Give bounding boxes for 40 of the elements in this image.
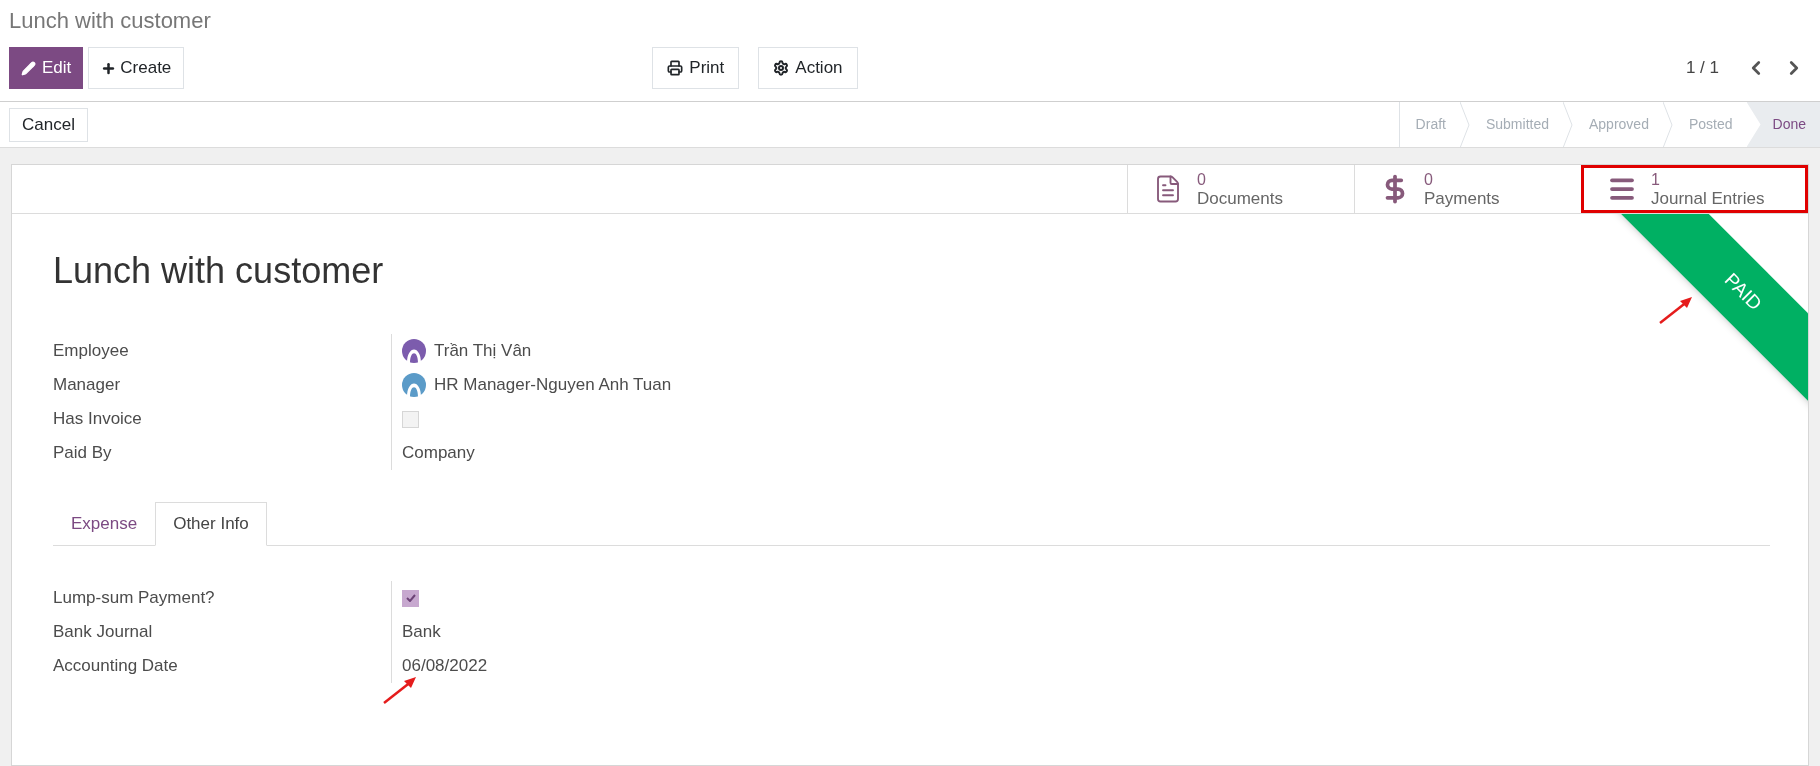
status-step[interactable]: Done: [1746, 102, 1820, 147]
record-title: Lunch with customer: [53, 249, 384, 293]
cancel-button[interactable]: Cancel: [9, 107, 88, 142]
field-label: Paid By: [53, 442, 113, 465]
printer-icon: [667, 60, 684, 76]
stat-button[interactable]: 1 Journal Entries: [1581, 165, 1808, 213]
field-label: Manager: [53, 374, 122, 397]
plus-icon: [101, 60, 117, 76]
stat-count: 1: [1651, 170, 1661, 189]
tab[interactable]: Expense: [53, 502, 156, 546]
field-value: Bank: [402, 621, 441, 644]
settings-icon: [773, 60, 790, 76]
check-icon: [405, 594, 416, 602]
pager: 1 / 1: [1685, 57, 1719, 80]
print-button[interactable]: Print: [652, 47, 740, 89]
stat-label: Journal Entries: [1651, 189, 1765, 208]
stat-label: Payments: [1424, 189, 1500, 208]
field-label: Bank Journal: [53, 621, 154, 644]
field-label: Has Invoice: [53, 408, 143, 431]
checkbox[interactable]: [402, 410, 419, 428]
field-value: Company: [402, 442, 475, 465]
pencil-icon: [21, 60, 36, 76]
field-label: Lump-sum Payment?: [53, 587, 216, 610]
stat-count: 0: [1424, 170, 1434, 189]
checkbox[interactable]: [402, 589, 419, 607]
tab[interactable]: Other Info: [155, 502, 267, 546]
edit-button[interactable]: Edit: [9, 47, 84, 89]
breadcrumb-title: Lunch with customer: [9, 8, 211, 33]
stat-label: Documents: [1197, 189, 1283, 208]
stat-button[interactable]: 0 Documents: [1127, 165, 1354, 213]
create-button[interactable]: Create: [88, 47, 185, 89]
action-button[interactable]: Action: [758, 47, 858, 89]
annotation-arrow: [1658, 295, 1694, 325]
field-value: 06/08/2022: [402, 655, 488, 678]
stat-button[interactable]: 0 Payments: [1354, 165, 1581, 213]
field-label: Accounting Date: [53, 655, 179, 678]
field-label: Employee: [53, 340, 130, 363]
field-value: HR Manager-Nguyen Anh Tuan: [434, 374, 672, 397]
field-value: Trần Thị Vân: [434, 340, 532, 363]
stat-count: 0: [1197, 170, 1207, 189]
